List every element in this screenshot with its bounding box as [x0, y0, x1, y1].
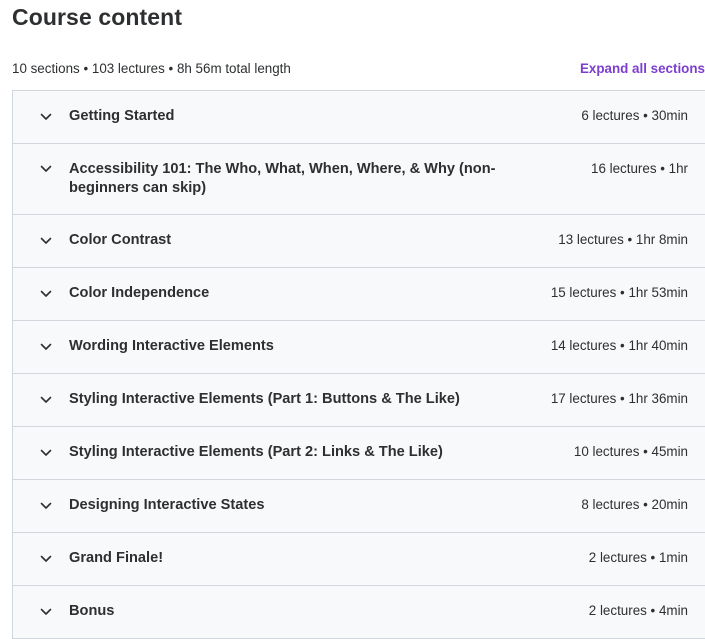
section-header-1[interactable]: Getting Started 6 lectures • 30min: [13, 91, 705, 144]
section-title: Designing Interactive States: [69, 497, 265, 513]
section-meta: 2 lectures • 4min: [588, 603, 688, 618]
section-title: Styling Interactive Elements (Part 2: Li…: [69, 444, 443, 460]
expand-all-sections-button[interactable]: Expand all sections: [580, 61, 705, 76]
sections-accordion: Getting Started 6 lectures • 30min Acces…: [12, 90, 705, 639]
chevron-down-icon: [40, 288, 52, 300]
course-summary-row: 10 sections • 103 lectures • 8h 56m tota…: [12, 61, 705, 79]
section-header-10[interactable]: Bonus 2 lectures • 4min: [13, 586, 705, 638]
section-meta: 10 lectures • 45min: [573, 444, 688, 459]
section-title: Color Contrast: [69, 232, 172, 248]
section-meta: 8 lectures • 20min: [581, 497, 688, 512]
section-title: Accessibility 101: The Who, What, When, …: [69, 161, 496, 196]
section-meta: 13 lectures • 1hr 8min: [558, 232, 688, 247]
section-header-7[interactable]: Styling Interactive Elements (Part 2: Li…: [13, 427, 705, 480]
section-title: Styling Interactive Elements (Part 1: Bu…: [69, 391, 460, 407]
page-title: Course content: [12, 4, 183, 30]
chevron-down-icon: [40, 163, 52, 175]
chevron-down-icon: [40, 606, 52, 618]
section-title: Grand Finale!: [69, 550, 164, 566]
chevron-down-icon: [40, 553, 52, 565]
section-meta: 2 lectures • 1min: [588, 550, 688, 565]
section-title: Bonus: [69, 603, 115, 619]
chevron-down-icon: [40, 394, 52, 406]
section-meta: 14 lectures • 1hr 40min: [550, 338, 688, 353]
section-header-6[interactable]: Styling Interactive Elements (Part 1: Bu…: [13, 374, 705, 427]
section-title: Getting Started: [69, 108, 175, 124]
chevron-down-icon: [40, 341, 52, 353]
section-header-3[interactable]: Color Contrast 13 lectures • 1hr 8min: [13, 215, 705, 268]
course-content-page: Course content 10 sections • 103 lecture…: [0, 0, 705, 639]
section-meta: 16 lectures • 1hr: [591, 161, 688, 176]
section-meta: 17 lectures • 1hr 36min: [550, 391, 688, 406]
section-header-8[interactable]: Designing Interactive States 8 lectures …: [13, 480, 705, 533]
section-meta: 15 lectures • 1hr 53min: [550, 285, 688, 300]
chevron-down-icon: [40, 235, 52, 247]
section-header-9[interactable]: Grand Finale! 2 lectures • 1min: [13, 533, 705, 586]
chevron-down-icon: [40, 447, 52, 459]
chevron-down-icon: [40, 111, 52, 123]
section-title: Wording Interactive Elements: [69, 338, 274, 354]
section-title: Color Independence: [69, 285, 210, 301]
section-header-2[interactable]: Accessibility 101: The Who, What, When, …: [13, 144, 705, 215]
section-meta: 6 lectures • 30min: [581, 108, 688, 123]
section-header-5[interactable]: Wording Interactive Elements 14 lectures…: [13, 321, 705, 374]
course-summary: 10 sections • 103 lectures • 8h 56m tota…: [12, 61, 291, 76]
chevron-down-icon: [40, 500, 52, 512]
section-header-4[interactable]: Color Independence 15 lectures • 1hr 53m…: [13, 268, 705, 321]
